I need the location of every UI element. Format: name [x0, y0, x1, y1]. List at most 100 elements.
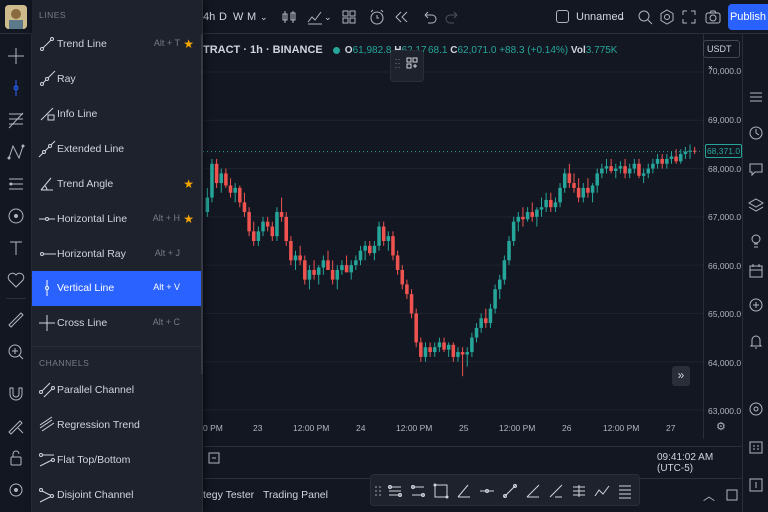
menu-item-trend-line[interactable]: Trend Line Alt + T ★: [32, 27, 202, 62]
brush-tool-icon[interactable]: [6, 206, 26, 226]
menu-item-parallel-channel[interactable]: Parallel Channel: [32, 373, 202, 408]
date-range-icon[interactable]: [207, 451, 221, 465]
menu-item-disjoint-channel[interactable]: Disjoint Channel: [32, 478, 202, 512]
clock-alert-icon[interactable]: [747, 124, 765, 142]
interval-4h[interactable]: 4h: [203, 0, 215, 34]
menu-item-cross-line[interactable]: Cross Line Alt + C: [32, 306, 202, 341]
chevron-down-icon[interactable]: ⌄: [324, 0, 332, 34]
scroll-to-realtime-button[interactable]: »: [672, 366, 690, 386]
horizontal-line-icon[interactable]: [478, 482, 496, 500]
replay-icon[interactable]: [392, 8, 410, 26]
lock-drawings-icon[interactable]: [6, 416, 26, 436]
avatar[interactable]: [5, 5, 27, 29]
interval-w[interactable]: W: [233, 0, 243, 34]
camera-icon[interactable]: [704, 8, 722, 26]
more-tools-icon[interactable]: [616, 482, 634, 500]
menu-item-info-line[interactable]: Info Line: [32, 97, 202, 132]
hotlist-icon[interactable]: [747, 296, 765, 314]
ruler-icon[interactable]: [6, 310, 26, 330]
crosshair-icon[interactable]: [6, 46, 26, 66]
undo-icon[interactable]: [420, 8, 438, 26]
chevron-down-icon[interactable]: ⌄: [260, 0, 268, 34]
vertical-line-tool-icon[interactable]: [6, 78, 26, 98]
magnet-icon[interactable]: [6, 384, 26, 404]
parallel-channel-icon[interactable]: [386, 482, 404, 500]
drag-handle-icon[interactable]: [374, 482, 382, 500]
candle-body: [405, 284, 409, 295]
menu-item-flat-top-bottom[interactable]: Flat Top/Bottom: [32, 443, 202, 478]
price-label: 63,000.0: [708, 406, 742, 416]
watchlist-icon[interactable]: [747, 88, 765, 106]
interval-d[interactable]: D: [219, 0, 227, 34]
layers-icon[interactable]: [747, 196, 765, 214]
target-icon[interactable]: [747, 400, 765, 418]
chevron-down-icon[interactable]: ⌄: [618, 0, 626, 34]
chevron-up-icon[interactable]: ︿: [703, 487, 715, 504]
menu-item-vertical-line[interactable]: Vertical Line Alt + V: [32, 271, 202, 306]
quick-search-icon[interactable]: [636, 8, 654, 26]
menu-scrollbar[interactable]: [201, 34, 203, 374]
eye-icon[interactable]: [6, 480, 26, 500]
path-icon[interactable]: [593, 482, 611, 500]
publish-button[interactable]: Publish: [728, 4, 768, 30]
trend-angle-icon[interactable]: [455, 482, 473, 500]
date-range-icon[interactable]: [747, 438, 765, 456]
zoom-in-icon[interactable]: [6, 342, 26, 362]
chart-settings-icon[interactable]: ⚙: [716, 420, 726, 433]
regression-trend-icon[interactable]: [409, 482, 427, 500]
currency-selector[interactable]: USDT ⌄: [703, 40, 740, 70]
favorite-star-icon[interactable]: ★: [183, 37, 194, 51]
heart-icon[interactable]: [6, 270, 26, 290]
settings-icon[interactable]: [658, 8, 676, 26]
info-line-icon: [40, 107, 55, 121]
calendar-icon[interactable]: [747, 262, 765, 280]
redo-icon[interactable]: [444, 8, 462, 26]
candle-body: [465, 352, 470, 355]
clock-timezone[interactable]: 09:41:02 AM (UTC-5): [657, 452, 742, 474]
templates-icon[interactable]: [340, 8, 358, 26]
menu-item-horizontal-line[interactable]: Horizontal Line Alt + H ★: [32, 202, 202, 237]
candles-icon[interactable]: [280, 8, 298, 26]
candle-body: [363, 245, 367, 251]
horizontal-ray-icon: [40, 252, 56, 256]
prediction-tool-icon[interactable]: [6, 174, 26, 194]
menu-item-regression-trend[interactable]: Regression Trend: [32, 408, 202, 443]
fib-tool-icon[interactable]: [6, 110, 26, 130]
alert-icon[interactable]: [368, 8, 386, 26]
interval-m[interactable]: M: [247, 0, 256, 34]
cross-line-icon: [39, 315, 55, 331]
candlestick-chart[interactable]: [203, 34, 703, 439]
candle-body: [669, 156, 674, 159]
maximize-icon[interactable]: [725, 488, 739, 502]
fib-circles-icon[interactable]: [570, 482, 588, 500]
menu-item-trend-angle[interactable]: Trend Angle ★: [32, 167, 202, 202]
menu-item-label: Ray: [57, 73, 76, 85]
menu-item-label: Info Line: [57, 108, 98, 120]
text-tool-icon[interactable]: [6, 238, 26, 258]
tab-trading-panel[interactable]: Trading Panel: [263, 489, 328, 501]
menu-item-horizontal-ray[interactable]: Horizontal Ray Alt + J: [32, 237, 202, 272]
menu-item-ray[interactable]: Ray: [32, 62, 202, 97]
chat-icon[interactable]: [747, 160, 765, 178]
tab-strategy-tester[interactable]: tegy Tester: [203, 489, 254, 501]
bell-icon[interactable]: [747, 332, 765, 350]
rectangle-icon[interactable]: [432, 482, 450, 500]
layout-name[interactable]: Unnamed: [576, 0, 624, 34]
menu-item-extended-line[interactable]: Extended Line: [32, 132, 202, 167]
indicators-icon[interactable]: [306, 8, 324, 26]
time-axis[interactable]: 0 PM 23 12:00 PM 24 12:00 PM 25 12:00 PM…: [203, 417, 703, 439]
lock-icon[interactable]: [6, 448, 26, 468]
price-axis[interactable]: 70,000.0 69,000.0 68,000.0 67,000.0 66,0…: [703, 34, 742, 439]
trend-line-icon[interactable]: [501, 482, 519, 500]
info-line-icon[interactable]: [524, 482, 542, 500]
fullscreen-icon[interactable]: [680, 8, 698, 26]
favorite-star-icon[interactable]: ★: [183, 177, 194, 191]
candle-body: [544, 199, 548, 208]
favorite-star-icon[interactable]: ★: [183, 212, 194, 226]
pattern-tool-icon[interactable]: [6, 142, 26, 162]
layout-icon[interactable]: [556, 10, 569, 23]
help-icon[interactable]: [747, 476, 765, 494]
brush-icon[interactable]: [547, 482, 565, 500]
ideas-icon[interactable]: [747, 232, 765, 250]
candle-body: [576, 187, 581, 198]
